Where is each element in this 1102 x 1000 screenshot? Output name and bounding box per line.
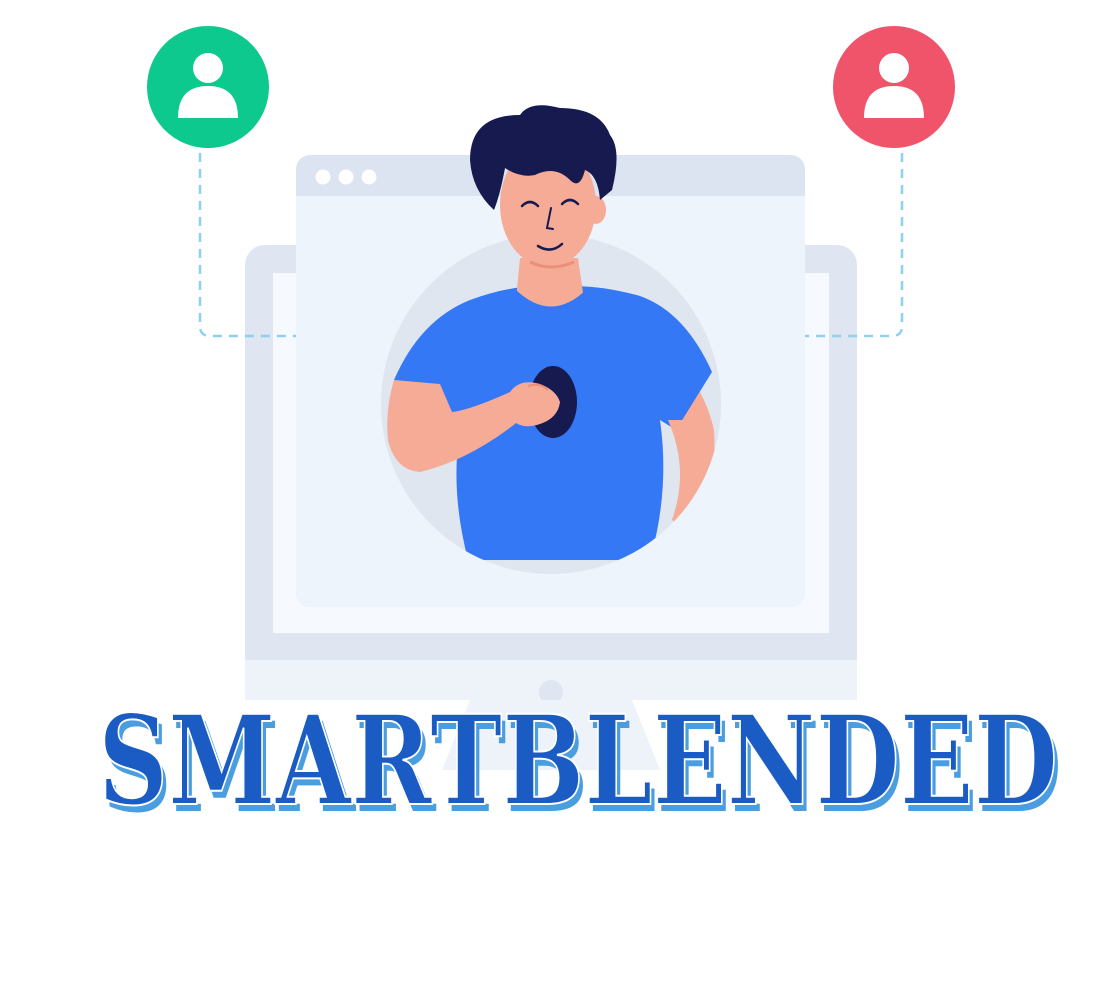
wordmark: SMARTBLENDED SMARTBLENDED (97, 688, 1062, 841)
window-dot-3 (361, 169, 377, 185)
right-user-avatar (833, 26, 955, 148)
illustration-scene: SMARTBLENDED SMARTBLENDED (0, 0, 1102, 1000)
wordmark-text: SMARTBLENDED (98, 689, 1058, 834)
illustration-canvas: SMARTBLENDED SMARTBLENDED (97, 26, 1062, 841)
window-dot-1 (315, 169, 331, 185)
window-dot-2 (338, 169, 354, 185)
left-user-avatar (147, 26, 269, 148)
